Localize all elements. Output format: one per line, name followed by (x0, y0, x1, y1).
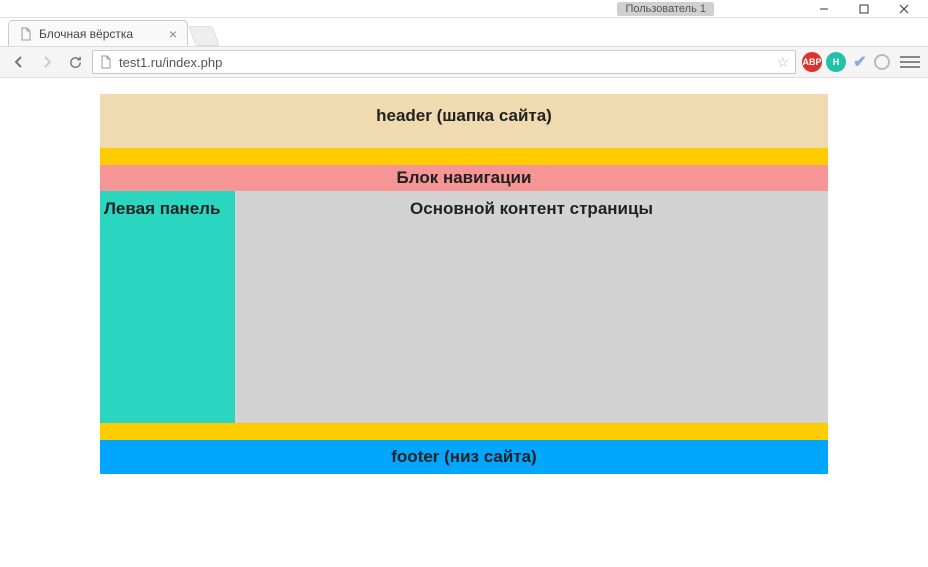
yellow-strip-bottom (100, 423, 828, 440)
middle-row: Левая панель Основной контент страницы (100, 191, 828, 423)
browser-toolbar: test1.ru/index.php ☆ ABP H ✔ (0, 46, 928, 78)
document-icon (19, 27, 33, 41)
page-viewport: header (шапка сайта) Блок навигации Лева… (0, 78, 928, 567)
page-layout: header (шапка сайта) Блок навигации Лева… (100, 94, 828, 474)
site-footer-block: footer (низ сайта) (100, 440, 828, 474)
nav-block: Блок навигации (100, 165, 828, 191)
main-content-block: Основной контент страницы (235, 191, 828, 423)
browser-tab[interactable]: Блочная вёрстка × (8, 20, 188, 46)
os-titlebar: Пользователь 1 (0, 0, 928, 18)
yellow-strip-top (100, 148, 828, 165)
menu-button[interactable] (900, 56, 920, 68)
h-extension-icon[interactable]: H (826, 52, 846, 72)
back-button[interactable] (8, 51, 30, 73)
url-text: test1.ru/index.php (119, 55, 770, 70)
abp-extension-icon[interactable]: ABP (802, 52, 822, 72)
tab-title: Блочная вёрстка (39, 27, 163, 41)
extension-icons: ABP H ✔ (802, 52, 890, 72)
maximize-button[interactable] (844, 0, 884, 18)
forward-button[interactable] (36, 51, 58, 73)
options-extension-icon[interactable] (874, 54, 890, 70)
minimize-button[interactable] (804, 0, 844, 18)
site-header-block: header (шапка сайта) (100, 94, 828, 148)
new-tab-button[interactable] (188, 26, 219, 46)
tab-close-icon[interactable]: × (169, 27, 177, 41)
left-panel-block: Левая панель (100, 191, 235, 423)
close-button[interactable] (884, 0, 924, 18)
reload-button[interactable] (64, 51, 86, 73)
bookmark-star-icon[interactable]: ☆ (776, 54, 789, 71)
site-info-icon[interactable] (99, 55, 113, 69)
window-controls (804, 0, 924, 18)
address-bar[interactable]: test1.ru/index.php ☆ (92, 50, 796, 74)
check-extension-icon[interactable]: ✔ (850, 52, 870, 72)
browser-tab-bar: Блочная вёрстка × (0, 18, 928, 46)
profile-badge[interactable]: Пользователь 1 (617, 2, 714, 16)
